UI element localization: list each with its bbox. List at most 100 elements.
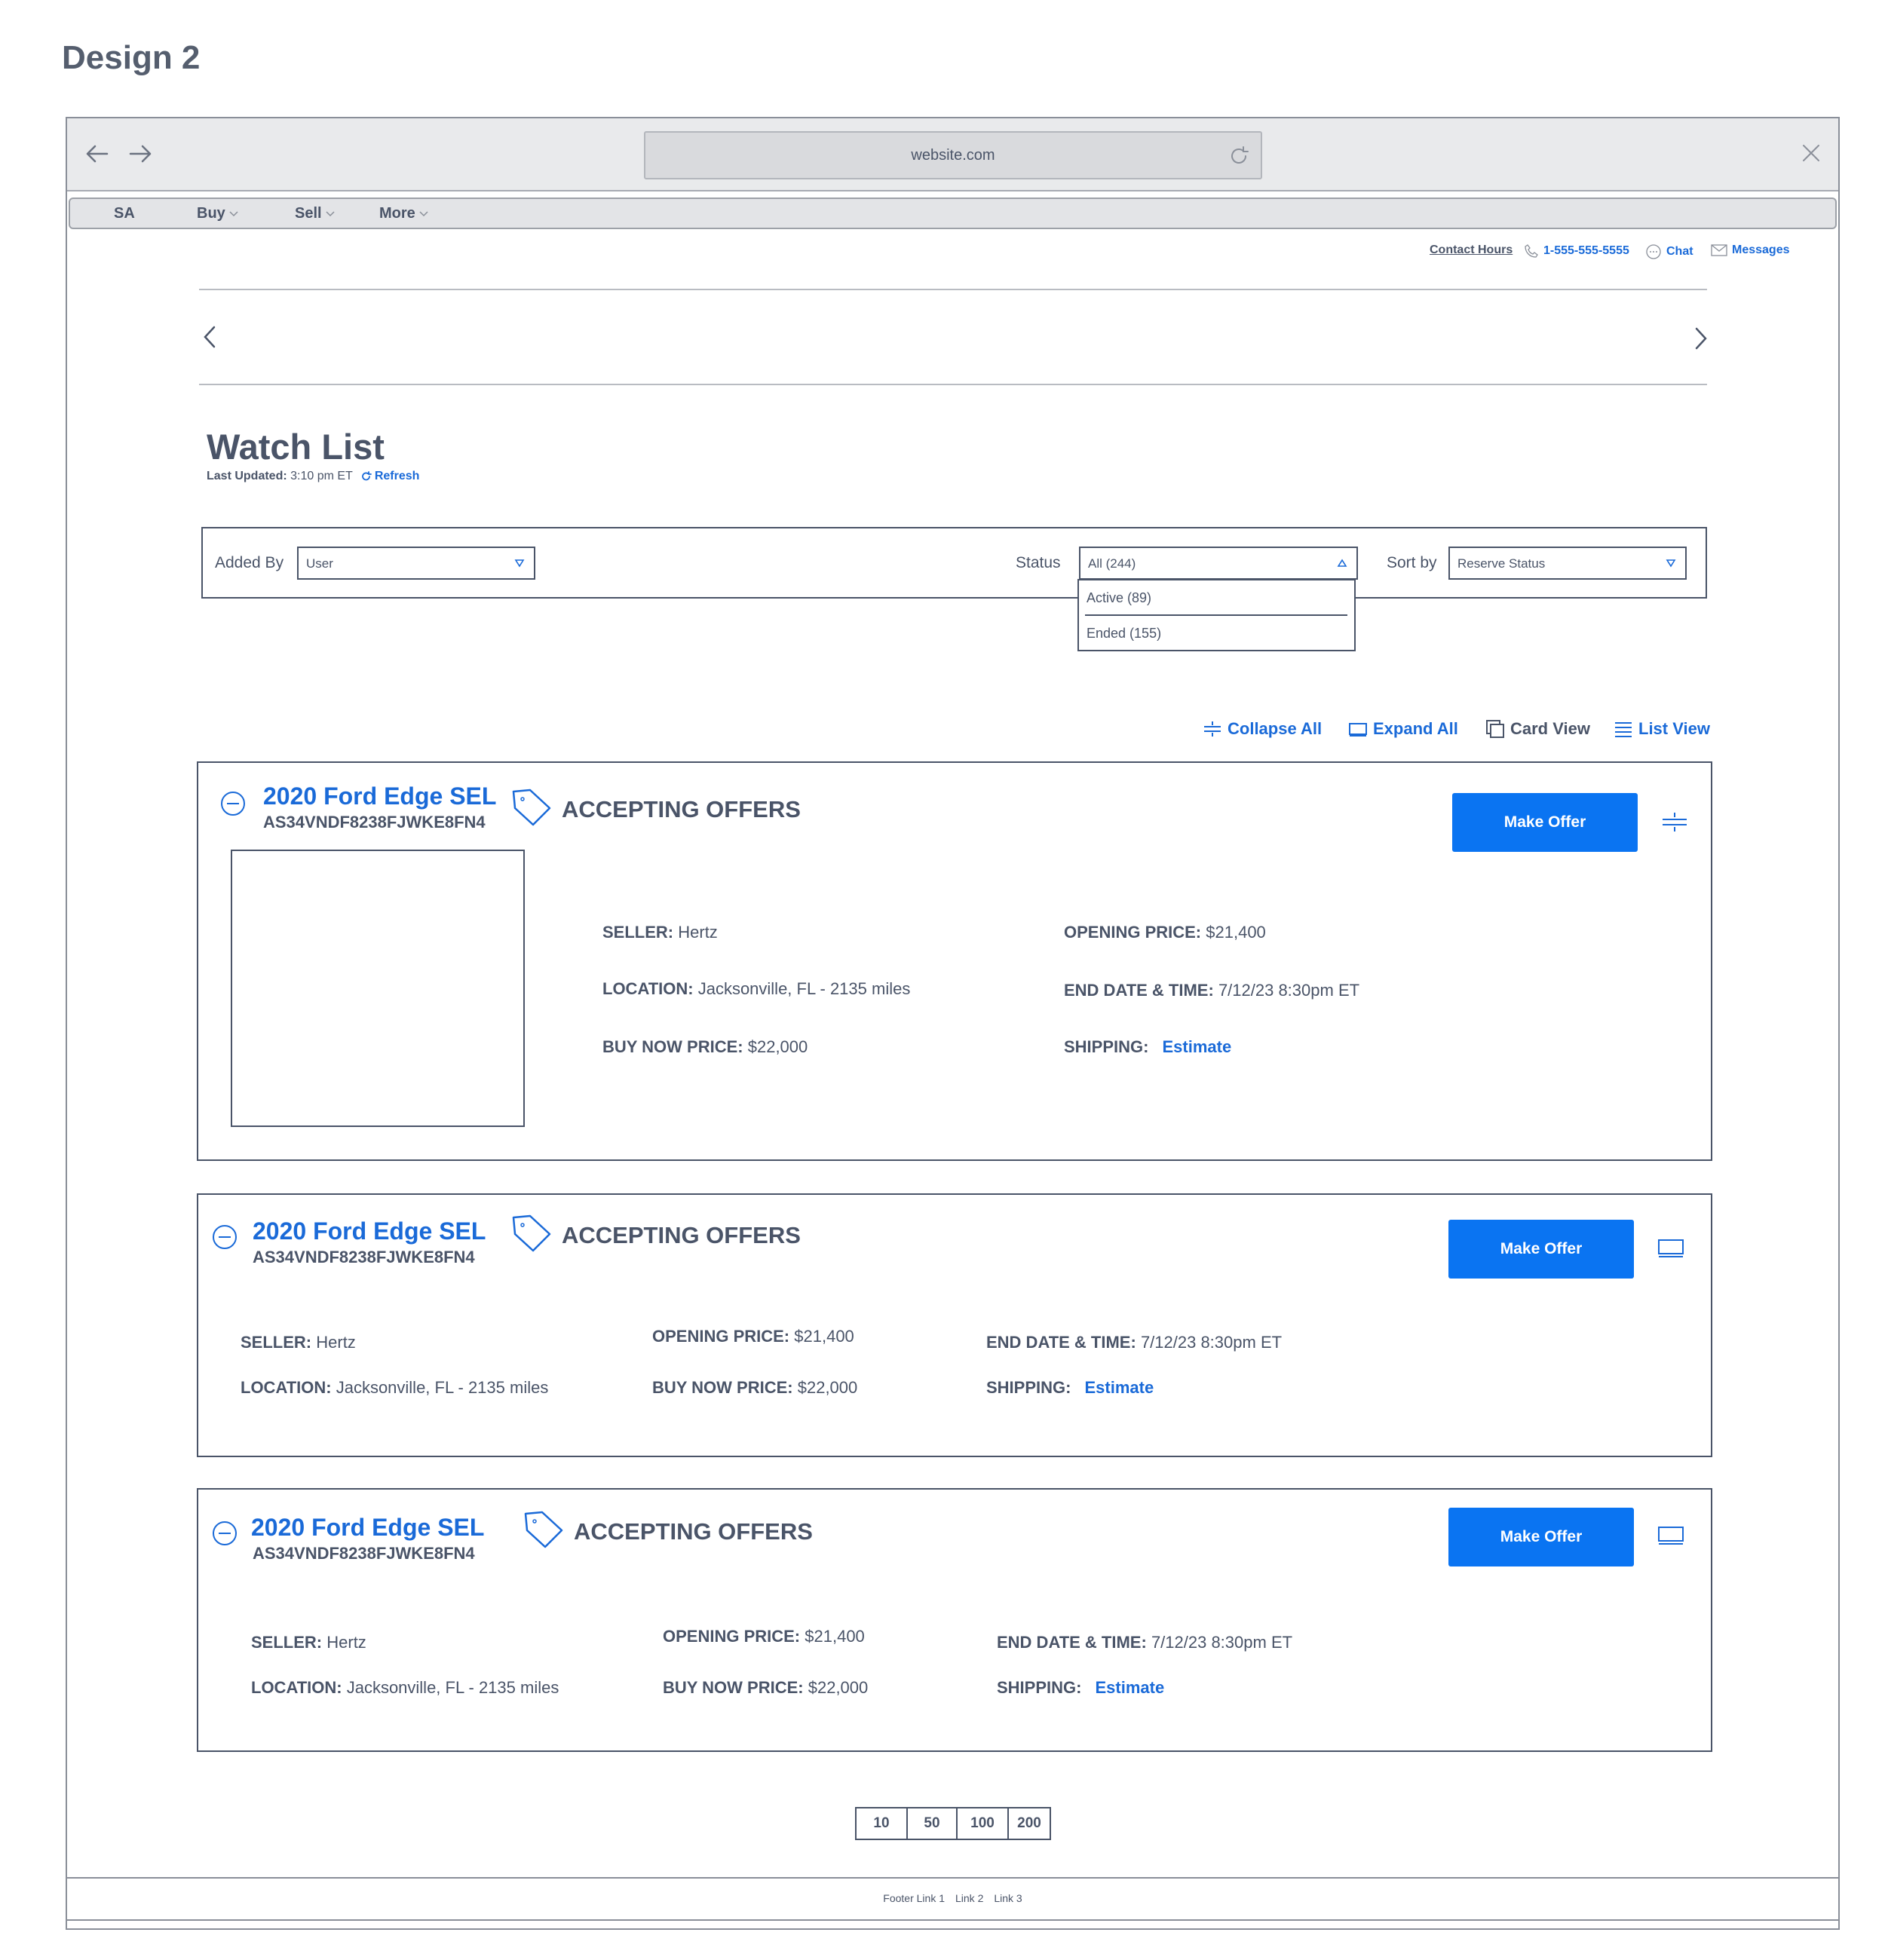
seller-value: Hertz (326, 1633, 366, 1652)
phone-icon (1525, 244, 1538, 258)
status-option-active[interactable]: Active (89) (1087, 590, 1151, 606)
make-offer-button[interactable]: Make Offer (1448, 1220, 1634, 1279)
close-icon[interactable] (1798, 139, 1825, 167)
collapse-all-button[interactable]: Collapse All (1202, 718, 1322, 740)
end-date-value: 7/12/23 8:30pm ET (1151, 1633, 1293, 1652)
chat-link[interactable]: Chat (1645, 243, 1693, 260)
collapse-icon[interactable] (1660, 810, 1690, 834)
expand-icon[interactable] (1656, 1236, 1686, 1260)
page-size-200[interactable]: 200 (1009, 1808, 1050, 1839)
seller-value: Hertz (678, 923, 718, 942)
address-bar[interactable]: website.com (644, 131, 1262, 179)
sort-value: Reserve Status (1457, 556, 1546, 571)
chevron-right-icon[interactable] (1689, 326, 1712, 351)
envelope-icon (1711, 244, 1727, 256)
buy-now-key: BUY NOW PRICE: (663, 1678, 804, 1697)
added-by-select[interactable]: User (297, 547, 535, 580)
location-field: LOCATION: Jacksonville, FL - 2135 miles (602, 979, 910, 999)
buy-now-field: BUY NOW PRICE: $22,000 (663, 1678, 868, 1698)
status-badge: ACCEPTING OFFERS (562, 1222, 801, 1248)
minus-circle-icon[interactable] (219, 790, 247, 817)
chat-icon (1646, 244, 1661, 259)
chevron-down-icon (229, 210, 238, 216)
footer-link-3[interactable]: Link 3 (994, 1892, 1022, 1904)
make-offer-button[interactable]: Make Offer (1452, 793, 1638, 852)
location-field: LOCATION: Jacksonville, FL - 2135 miles (241, 1378, 548, 1398)
filter-bar: Added By User Status All (244) Sort by R… (201, 527, 1707, 599)
location-key: LOCATION: (251, 1678, 342, 1697)
opening-price-field: OPENING PRICE: $21,400 (652, 1327, 854, 1346)
listing-title[interactable]: 2020 Ford Edge SEL (251, 1514, 484, 1542)
vehicle-image-placeholder[interactable] (231, 850, 525, 1127)
status-select[interactable]: All (244) (1079, 547, 1358, 580)
minus-circle-icon[interactable] (211, 1520, 238, 1547)
divider (1085, 614, 1347, 616)
page-title: Watch List (207, 427, 385, 467)
menu-buy[interactable]: Buy (197, 205, 239, 222)
chat-label: Chat (1666, 245, 1693, 258)
listing-vin: AS34VNDF8238FJWKE8FN4 (253, 1544, 475, 1563)
opening-price-key: OPENING PRICE: (652, 1327, 790, 1346)
contact-hours-link[interactable]: Contact Hours (1430, 243, 1513, 257)
caret-up-icon (1337, 559, 1347, 567)
seller-field: SELLER: Hertz (602, 923, 718, 942)
expand-all-label: Expand All (1373, 719, 1458, 738)
shipping-field: SHIPPING: Estimate (997, 1678, 1164, 1698)
collapse-icon (1204, 721, 1221, 737)
footer-link-2[interactable]: Link 2 (955, 1892, 983, 1904)
page-size-50[interactable]: 50 (908, 1808, 958, 1839)
footer-link-1[interactable]: Footer Link 1 (883, 1892, 945, 1904)
refresh-link[interactable]: Refresh (360, 470, 419, 483)
end-date-key: END DATE & TIME: (1064, 981, 1214, 1000)
collapse-all-label: Collapse All (1228, 719, 1323, 738)
page-size-selector: 10 50 100 200 (855, 1807, 1051, 1840)
price-tag-icon (512, 1214, 551, 1252)
reload-icon[interactable] (1226, 143, 1252, 169)
opening-price-value: $21,400 (805, 1627, 865, 1646)
buy-now-value: $22,000 (808, 1678, 869, 1697)
location-value: Jacksonville, FL - 2135 miles (697, 979, 911, 998)
menu-sell[interactable]: Sell (295, 205, 336, 222)
chevron-left-icon[interactable] (199, 324, 222, 350)
menu-sell-label: Sell (295, 205, 322, 222)
end-date-key: END DATE & TIME: (986, 1333, 1136, 1352)
phone-link[interactable]: 1-555-555-5555 (1524, 243, 1629, 259)
estimate-link[interactable]: Estimate (1162, 1037, 1231, 1056)
make-offer-button[interactable]: Make Offer (1448, 1508, 1634, 1566)
status-option-ended[interactable]: Ended (155) (1087, 626, 1161, 642)
estimate-link[interactable]: Estimate (1095, 1678, 1164, 1697)
menu-more[interactable]: More (379, 205, 429, 222)
buy-now-field: BUY NOW PRICE: $22,000 (602, 1037, 808, 1057)
status-value: All (244) (1088, 556, 1136, 571)
last-updated-value: 3:10 pm ET (290, 470, 353, 482)
status-badge: ACCEPTING OFFERS (574, 1518, 813, 1545)
messages-link[interactable]: Messages (1711, 243, 1790, 257)
page-size-100[interactable]: 100 (958, 1808, 1009, 1839)
seller-key: SELLER: (241, 1333, 312, 1352)
shipping-key: SHIPPING: (986, 1378, 1071, 1397)
location-value: Jacksonville, FL - 2135 miles (346, 1678, 559, 1697)
sort-select[interactable]: Reserve Status (1448, 547, 1687, 580)
brand-logo[interactable]: SA (114, 205, 135, 222)
opening-price-value: $21,400 (794, 1327, 854, 1346)
forward-arrow-icon[interactable] (121, 135, 159, 173)
buy-now-value: $22,000 (797, 1378, 858, 1397)
listing-title[interactable]: 2020 Ford Edge SEL (253, 1217, 486, 1245)
end-date-key: END DATE & TIME: (997, 1633, 1147, 1652)
card-view-button[interactable]: Card View (1485, 718, 1590, 740)
minus-circle-icon[interactable] (211, 1223, 238, 1251)
listing-title[interactable]: 2020 Ford Edge SEL (263, 782, 496, 810)
menu-more-label: More (379, 205, 415, 222)
list-view-button[interactable]: List View (1613, 718, 1710, 740)
back-arrow-icon[interactable] (78, 135, 116, 173)
page-size-10[interactable]: 10 (857, 1808, 908, 1839)
estimate-link[interactable]: Estimate (1084, 1378, 1154, 1397)
sort-label: Sort by (1387, 554, 1437, 571)
card-view-label: Card View (1510, 719, 1590, 738)
seller-field: SELLER: Hertz (251, 1633, 366, 1652)
browser-window: website.com SA Buy Sell More Contact Hou… (66, 117, 1840, 1930)
expand-all-button[interactable]: Expand All (1347, 718, 1458, 740)
status-dropdown-menu: Active (89) Ended (155) (1077, 579, 1356, 651)
expand-icon[interactable] (1656, 1523, 1686, 1547)
card-view-icon (1486, 720, 1504, 738)
